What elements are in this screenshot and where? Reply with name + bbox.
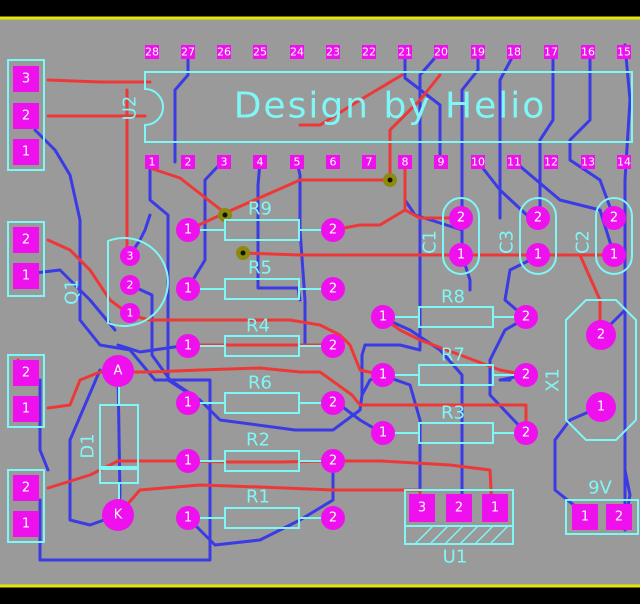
pad-number: 1 <box>127 307 134 320</box>
via-hole <box>222 212 228 218</box>
pad-number: 1 <box>534 248 542 263</box>
pad-letter: K <box>114 508 123 523</box>
d1-label: D1 <box>78 433 99 458</box>
pad-number: 3 <box>22 72 30 87</box>
u2-pin-number: 25 <box>253 46 267 59</box>
q1-label: Q1 <box>62 279 83 305</box>
u2-pin-number: 3 <box>221 156 228 169</box>
pad-number: 2 <box>22 481 30 496</box>
via-hole <box>240 250 246 256</box>
pad-number: 2 <box>127 279 134 292</box>
u2-pin-number: 28 <box>145 46 159 59</box>
r1-label: R1 <box>246 487 270 508</box>
pad-number: 1 <box>597 400 605 415</box>
u2-pin-number: 12 <box>544 156 558 169</box>
c3-label: C3 <box>497 230 518 254</box>
r3-label: R3 <box>441 403 465 424</box>
pad-number: 2 <box>329 223 337 238</box>
u2-pin-number: 8 <box>402 156 409 169</box>
u2-pin-number: 2 <box>185 156 192 169</box>
pad-number: 1 <box>22 269 30 284</box>
u1-label: U1 <box>443 547 468 568</box>
u2-pin-number: 11 <box>507 156 521 169</box>
u2-pin-number: 1 <box>149 156 156 169</box>
u2-pin-number: 14 <box>617 156 631 169</box>
pad-number: 2 <box>610 211 618 226</box>
u2-pin-number: 4 <box>257 156 264 169</box>
r9-label: R9 <box>248 199 272 220</box>
pad-number: 1 <box>610 248 618 263</box>
c2-label: C2 <box>573 230 594 254</box>
pad-number: 2 <box>615 510 623 525</box>
u2-pin-number: 22 <box>362 46 376 59</box>
u2-pin-number: 9 <box>438 156 445 169</box>
r5-label: R5 <box>248 258 272 279</box>
pad-number: 2 <box>455 501 463 516</box>
pad-number: 1 <box>457 248 465 263</box>
r7-label: R7 <box>441 345 465 366</box>
pad-number: 1 <box>184 339 192 354</box>
u2-pin-number: 13 <box>581 156 595 169</box>
r4-label: R4 <box>246 316 270 337</box>
pad-number: 2 <box>329 396 337 411</box>
pad-number: 1 <box>184 396 192 411</box>
pad-number: 2 <box>22 366 30 381</box>
u2-pin-number: 26 <box>217 46 231 59</box>
u2-pin-number: 10 <box>471 156 485 169</box>
pad-number: 1 <box>184 511 192 526</box>
u2-pin-number: 19 <box>471 46 485 59</box>
u2-pin-number: 23 <box>326 46 340 59</box>
u2-pin-number: 24 <box>290 46 304 59</box>
u2-pin-number: 20 <box>434 46 448 59</box>
u2-pin-number: 16 <box>581 46 595 59</box>
pad-number: 2 <box>522 310 530 325</box>
u1-pads: 3 2 1 <box>409 494 508 522</box>
pad-number: 1 <box>581 510 589 525</box>
pad-number: 2 <box>329 339 337 354</box>
pad-number: 1 <box>379 426 387 441</box>
pcb-board: 28 27 26 25 24 23 22 21 20 19 18 17 16 15 1 2 3 4 5 6 7 8 9 10… <box>0 0 640 604</box>
x1-label: X1 <box>543 368 564 392</box>
u2-pin-number: 15 <box>617 46 631 59</box>
u2-pin-number: 21 <box>398 46 412 59</box>
pad-number: 2 <box>522 426 530 441</box>
pad-number: 1 <box>22 517 30 532</box>
pad-number: 2 <box>329 454 337 469</box>
r2-label: R2 <box>246 430 270 451</box>
pad-number: 1 <box>22 145 30 160</box>
pad-number: 1 <box>184 223 192 238</box>
pad-number: 2 <box>457 211 465 226</box>
u2-pin-number: 5 <box>294 156 301 169</box>
pad-number: 2 <box>522 368 530 383</box>
pad-number: 1 <box>379 368 387 383</box>
pad-number: 2 <box>22 233 30 248</box>
pad-letter: A <box>114 364 123 379</box>
u2-pin-number: 27 <box>181 46 195 59</box>
pad-number: 1 <box>184 282 192 297</box>
c1-label: C1 <box>420 230 441 254</box>
pad-number: 2 <box>597 328 605 343</box>
r6-label: R6 <box>248 373 272 394</box>
r8-label: R8 <box>441 287 465 308</box>
pad-number: 2 <box>22 109 30 124</box>
pad-number: 3 <box>418 501 426 516</box>
pad-number: 2 <box>329 282 337 297</box>
pad-number: 1 <box>184 454 192 469</box>
u2-label: U2 <box>120 96 141 121</box>
pad-number: 2 <box>329 511 337 526</box>
via-hole <box>387 177 393 183</box>
battery-label: 9V <box>588 478 612 499</box>
u2-pin-number: 17 <box>544 46 558 59</box>
pad-number: 1 <box>22 402 30 417</box>
j1-pads: 3 2 1 <box>13 66 39 165</box>
u2-pin-number: 7 <box>366 156 373 169</box>
u2-pin-number: 6 <box>330 156 337 169</box>
board-title: Design by Helio <box>234 86 547 127</box>
q1-pads: 3 2 1 <box>120 246 140 323</box>
pad-number: 1 <box>491 501 499 516</box>
pad-number: 3 <box>127 250 134 263</box>
pad-number: 2 <box>534 211 542 226</box>
pad-number: 1 <box>379 310 387 325</box>
u2-pin-number: 18 <box>507 46 521 59</box>
